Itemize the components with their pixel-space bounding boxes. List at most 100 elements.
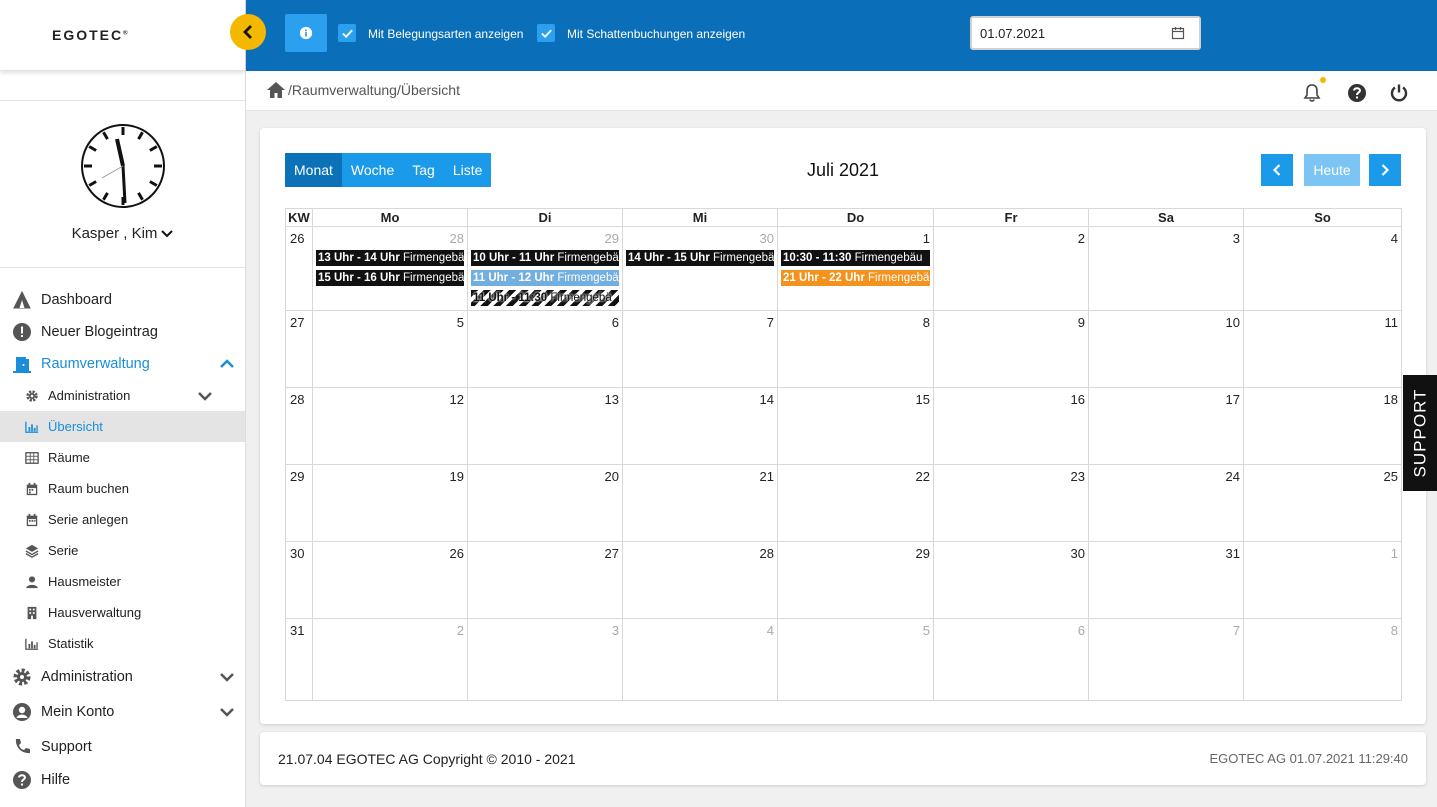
day-cell[interactable]: 30 — [934, 542, 1089, 618]
sidebar-sub-serie[interactable]: Serie — [0, 535, 245, 566]
event[interactable]: 10:30 - 11:30 Firmengebäu — [781, 250, 930, 266]
day-cell[interactable]: 1 10:30 - 11:30 Firmengebäu 21 Uhr - 22 … — [778, 227, 934, 310]
event[interactable]: 21 Uhr - 22 Uhr Firmengebä — [781, 270, 930, 286]
event[interactable]: 10 Uhr - 11 Uhr Firmengebä — [471, 250, 619, 266]
support-tab[interactable]: SUPPORT — [1403, 375, 1437, 491]
day-cell[interactable]: 13 — [468, 388, 623, 464]
view-week-button[interactable]: Woche — [341, 153, 404, 187]
schattenbuchungen-checkbox[interactable] — [537, 24, 555, 42]
calendar-icon[interactable] — [1171, 26, 1185, 40]
schattenbuchungen-label[interactable]: Mit Schattenbuchungen anzeigen — [567, 27, 745, 41]
day-cell[interactable]: 23 — [934, 465, 1089, 541]
sidebar-sub-serie-anlegen[interactable]: Serie anlegen — [0, 504, 245, 535]
day-number: 3 — [611, 623, 619, 638]
day-cell[interactable]: 29 10 Uhr - 11 Uhr Firmengebä 11 Uhr - 1… — [468, 227, 623, 310]
day-cell[interactable]: 4 — [623, 619, 778, 700]
day-cell[interactable]: 7 — [623, 311, 778, 387]
day-cell[interactable]: 22 — [778, 465, 934, 541]
day-cell[interactable]: 6 — [934, 619, 1089, 700]
day-cell[interactable]: 31 — [1089, 542, 1244, 618]
date-input[interactable]: 01.07.2021 — [970, 16, 1201, 50]
day-cell[interactable]: 26 — [313, 542, 468, 618]
day-cell[interactable]: 2 — [934, 227, 1089, 310]
sidebar-item-blog[interactable]: Neuer Blogeintrag — [0, 316, 245, 348]
breadcrumb-path[interactable]: /Raumverwaltung/Übersicht — [288, 82, 460, 98]
sidebar-sub-raeume[interactable]: Räume — [0, 442, 245, 473]
day-cell[interactable]: 15 — [778, 388, 934, 464]
day-cell[interactable]: 28 — [623, 542, 778, 618]
shadow-event[interactable]: 11 Uhr - 11:30 Firmengebä — [471, 290, 619, 306]
event[interactable]: 11 Uhr - 12 Uhr Firmengebä — [471, 270, 619, 286]
day-cell[interactable]: 21 — [623, 465, 778, 541]
user-menu[interactable]: Kasper , Kim — [72, 225, 174, 242]
chevron-left-icon — [1272, 164, 1281, 176]
logo-text: EGOTEC — [52, 27, 124, 43]
sidebar-sub-hausmeister[interactable]: Hausmeister — [0, 566, 245, 597]
day-cell[interactable]: 5 — [778, 619, 934, 700]
sidebar-sub-raum-buchen[interactable]: Raum buchen — [0, 473, 245, 504]
sidebar-item-raumverwaltung[interactable]: Raumverwaltung — [0, 348, 245, 380]
belegungsarten-label[interactable]: Mit Belegungsarten anzeigen — [368, 27, 523, 41]
info-button[interactable] — [285, 14, 327, 52]
sidebar-item-label: Hilfe — [41, 772, 71, 788]
sidebar-item-mein-konto[interactable]: Mein Konto — [0, 694, 245, 729]
sidebar-item-dashboard[interactable]: Dashboard — [0, 284, 245, 316]
sidebar-sub-uebersicht[interactable]: Übersicht — [0, 411, 245, 442]
event[interactable]: 15 Uhr - 16 Uhr Firmengebä — [316, 270, 464, 286]
day-cell[interactable]: 7 — [1089, 619, 1244, 700]
day-cell[interactable]: 1 — [1244, 542, 1401, 618]
day-cell[interactable]: 27 — [468, 542, 623, 618]
day-cell[interactable]: 9 — [934, 311, 1089, 387]
day-cell[interactable]: 12 — [313, 388, 468, 464]
day-cell[interactable]: 3 — [468, 619, 623, 700]
day-cell[interactable]: 6 — [468, 311, 623, 387]
sidebar-sub-hausverwaltung[interactable]: Hausverwaltung — [0, 597, 245, 628]
day-number: 28 — [449, 231, 464, 246]
home-icon[interactable] — [266, 81, 286, 99]
belegungsarten-checkbox[interactable] — [338, 24, 356, 42]
user-circle-icon — [13, 702, 31, 721]
day-cell[interactable]: 25 — [1244, 465, 1401, 541]
sidebar-sub-administration[interactable]: Administration — [0, 380, 245, 411]
day-cell[interactable]: 10 — [1089, 311, 1244, 387]
event[interactable]: 13 Uhr - 14 Uhr Firmengebä — [316, 250, 464, 266]
power-icon[interactable] — [1389, 83, 1409, 103]
day-cell[interactable]: 3 — [1089, 227, 1244, 310]
next-month-button[interactable] — [1369, 154, 1401, 186]
day-cell[interactable]: 20 — [468, 465, 623, 541]
bell-icon[interactable] — [1302, 83, 1322, 103]
sidebar-item-support[interactable]: Support — [0, 729, 245, 764]
day-cell[interactable]: 11 — [1244, 311, 1401, 387]
prev-month-button[interactable] — [1261, 154, 1293, 186]
day-cell[interactable]: 5 — [313, 311, 468, 387]
sidebar-sub-statistik[interactable]: Statistik — [0, 628, 245, 659]
day-cell[interactable]: 17 — [1089, 388, 1244, 464]
view-month-button[interactable]: Monat — [285, 153, 342, 187]
day-cell[interactable]: 18 — [1244, 388, 1401, 464]
day-cell[interactable]: 29 — [778, 542, 934, 618]
help-icon[interactable] — [1347, 83, 1367, 103]
day-cell[interactable]: 2 — [313, 619, 468, 700]
day-cell[interactable]: 8 — [1244, 619, 1401, 700]
view-list-button[interactable]: Liste — [443, 153, 492, 187]
sidebar-item-hilfe[interactable]: Hilfe — [0, 764, 245, 796]
footer-copyright: 21.07.04 EGOTEC AG Copyright © 2010 - 20… — [278, 751, 576, 767]
day-cell[interactable]: 8 — [778, 311, 934, 387]
day-cell[interactable]: 4 — [1244, 227, 1401, 310]
event[interactable]: 14 Uhr - 15 Uhr Firmengebä — [626, 250, 774, 266]
clock-icon — [80, 124, 165, 208]
view-day-button[interactable]: Tag — [403, 153, 444, 187]
kw-number: 30 — [286, 542, 313, 618]
sidebar-collapse-button[interactable] — [230, 14, 266, 50]
today-button[interactable]: Heute — [1304, 154, 1360, 186]
day-cell[interactable]: 16 — [934, 388, 1089, 464]
day-number: 2 — [1077, 231, 1085, 246]
day-cell[interactable]: 19 — [313, 465, 468, 541]
logo[interactable]: EGOTEC® — [52, 27, 130, 43]
building-icon — [27, 606, 37, 619]
day-cell[interactable]: 30 14 Uhr - 15 Uhr Firmengebä — [623, 227, 778, 310]
day-cell[interactable]: 14 — [623, 388, 778, 464]
sidebar-item-administration[interactable]: Administration — [0, 659, 245, 694]
day-cell[interactable]: 24 — [1089, 465, 1244, 541]
day-cell[interactable]: 28 13 Uhr - 14 Uhr Firmengebä 15 Uhr - 1… — [313, 227, 468, 310]
